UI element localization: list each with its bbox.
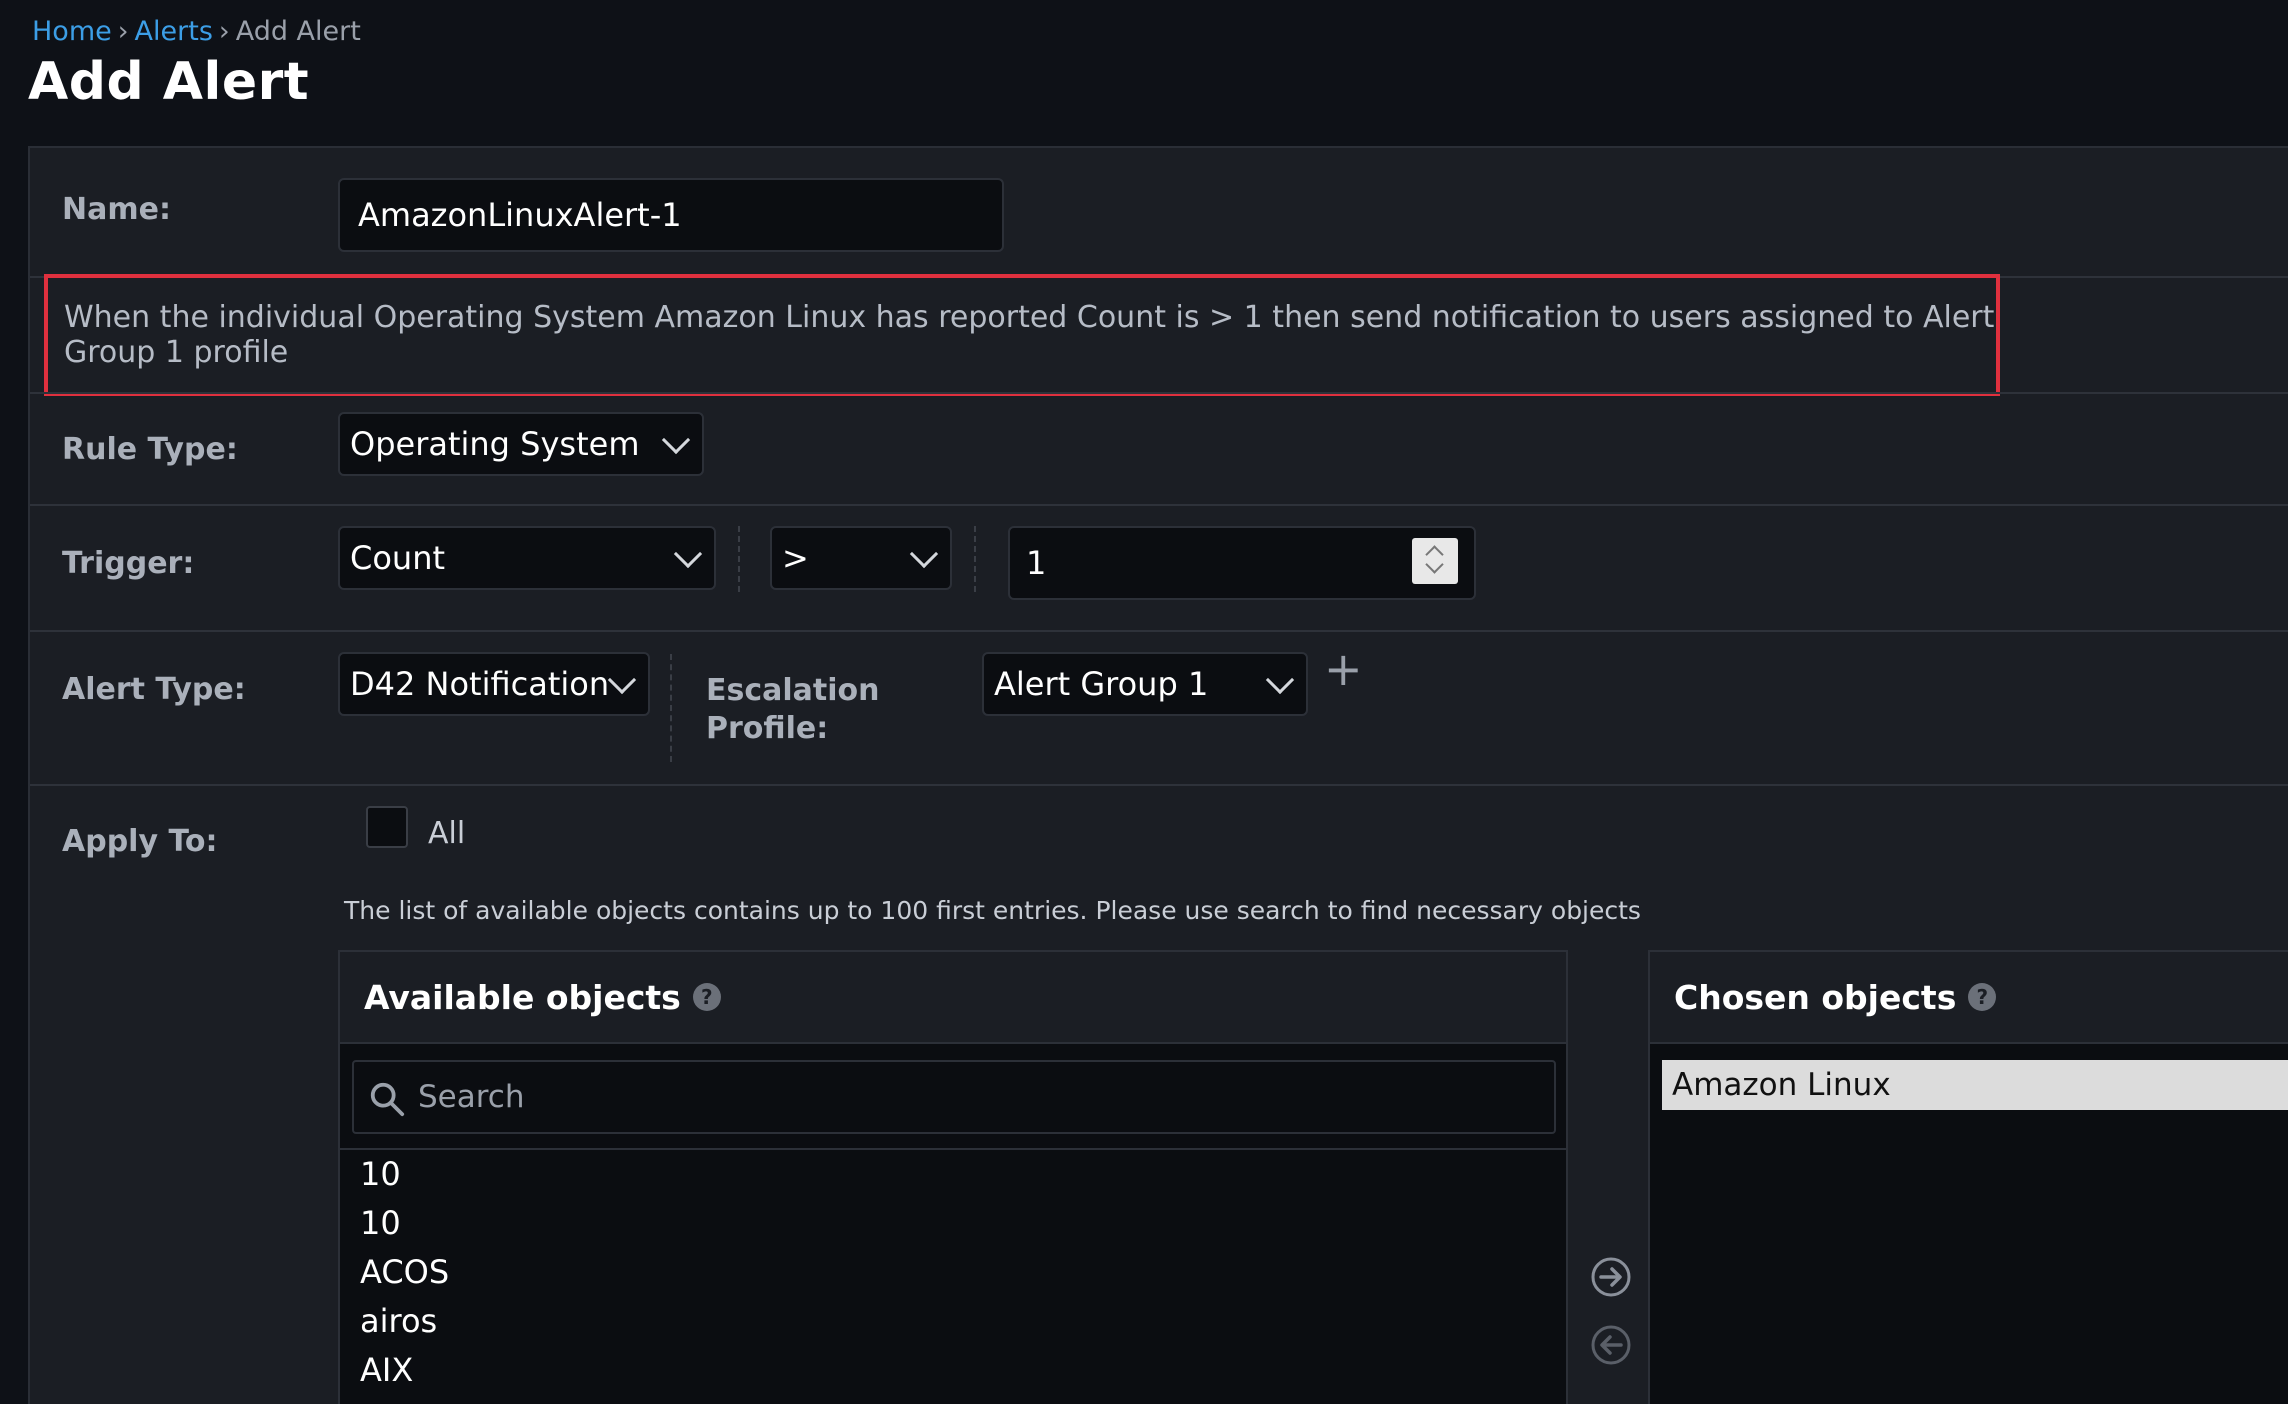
divider <box>974 526 976 592</box>
alert-type-label: Alert Type: <box>62 672 246 707</box>
breadcrumb-separator: › <box>218 16 230 47</box>
alert-form-panel: Name: AmazonLinuxAlert-1 When the indivi… <box>28 146 2288 1404</box>
alert-type-select[interactable]: D42 Notification <box>338 652 650 716</box>
apply-to-label: Apply To: <box>62 824 218 859</box>
chevron-down-icon <box>1265 665 1295 695</box>
apply-all-checkbox[interactable] <box>366 806 408 848</box>
chosen-objects-title: Chosen objects <box>1674 977 1957 1017</box>
search-box[interactable] <box>352 1060 1556 1134</box>
divider <box>738 526 740 592</box>
rule-type-row: Rule Type: Operating System <box>30 394 2288 506</box>
alert-type-value: D42 Notification <box>350 665 610 703</box>
help-icon[interactable]: ? <box>692 983 721 1011</box>
breadcrumb-separator: › <box>117 16 129 47</box>
chosen-objects-panel: Chosen objects ? Amazon Linux <box>1648 950 2288 1404</box>
available-objects-note: The list of available objects contains u… <box>344 896 1641 925</box>
escalation-label-line2: Profile: <box>706 711 829 746</box>
trigger-metric-select[interactable]: Count <box>338 526 716 590</box>
breadcrumb: Home › Alerts › Add Alert <box>32 16 361 47</box>
apply-all-label: All <box>428 816 466 851</box>
rule-type-label: Rule Type: <box>62 432 238 467</box>
trigger-threshold-input[interactable]: 1 <box>1008 526 1476 600</box>
name-label: Name: <box>62 192 171 227</box>
chevron-down-icon <box>661 425 691 455</box>
list-item[interactable]: airos <box>340 1297 1566 1346</box>
number-stepper[interactable] <box>1412 538 1458 584</box>
available-objects-panel: Available objects ? 10 10 ACOS airos AIX <box>338 950 1568 1404</box>
available-objects-list[interactable]: 10 10 ACOS airos AIX <box>340 1148 1566 1395</box>
trigger-threshold-value: 1 <box>1026 544 1047 582</box>
escalation-profile-select[interactable]: Alert Group 1 <box>982 652 1308 716</box>
name-row: Name: AmazonLinuxAlert-1 <box>30 148 2288 278</box>
rule-type-select[interactable]: Operating System <box>338 412 704 476</box>
chosen-list-item[interactable]: Amazon Linux <box>1662 1060 2288 1110</box>
alert-description: When the individual Operating System Ama… <box>44 274 2000 396</box>
move-left-icon[interactable] <box>1590 1324 1632 1366</box>
chevron-down-icon <box>607 665 637 695</box>
breadcrumb-alerts-link[interactable]: Alerts <box>135 16 213 47</box>
page-title: Add Alert <box>28 52 310 112</box>
move-right-icon[interactable] <box>1590 1256 1632 1298</box>
trigger-metric-value: Count <box>350 539 446 577</box>
trigger-label: Trigger: <box>62 546 195 581</box>
search-icon <box>370 1082 405 1117</box>
chevron-down-icon <box>909 539 939 569</box>
escalation-profile-label: Escalation Profile: <box>706 672 880 748</box>
help-icon[interactable]: ? <box>1968 983 1997 1011</box>
list-item[interactable]: AIX <box>340 1346 1566 1395</box>
search-input[interactable] <box>418 1062 1544 1132</box>
trigger-operator-select[interactable]: > <box>770 526 952 590</box>
breadcrumb-current: Add Alert <box>235 16 361 47</box>
name-input-value: AmazonLinuxAlert-1 <box>358 196 682 234</box>
rule-type-value: Operating System <box>350 425 640 463</box>
available-objects-header: Available objects ? <box>340 952 1566 1044</box>
available-objects-title: Available objects <box>364 977 681 1017</box>
trigger-operator-value: > <box>782 539 809 577</box>
divider <box>670 654 672 762</box>
list-item[interactable]: ACOS <box>340 1248 1566 1297</box>
list-item[interactable]: 10 <box>340 1150 1566 1199</box>
escalation-profile-value: Alert Group 1 <box>994 665 1209 703</box>
list-item[interactable]: 10 <box>340 1199 1566 1248</box>
chevron-down-icon <box>673 539 703 569</box>
add-escalation-profile-button[interactable]: + <box>1324 642 1363 696</box>
breadcrumb-home-link[interactable]: Home <box>32 16 112 47</box>
trigger-row: Trigger: Count > 1 <box>30 506 2288 632</box>
name-input[interactable]: AmazonLinuxAlert-1 <box>338 178 1004 252</box>
escalation-label-line1: Escalation <box>706 673 880 708</box>
alert-description-text: When the individual Operating System Ama… <box>64 300 1995 370</box>
alert-type-row: Alert Type: D42 Notification Escalation … <box>30 632 2288 786</box>
chosen-objects-header: Chosen objects ? <box>1650 952 2288 1044</box>
